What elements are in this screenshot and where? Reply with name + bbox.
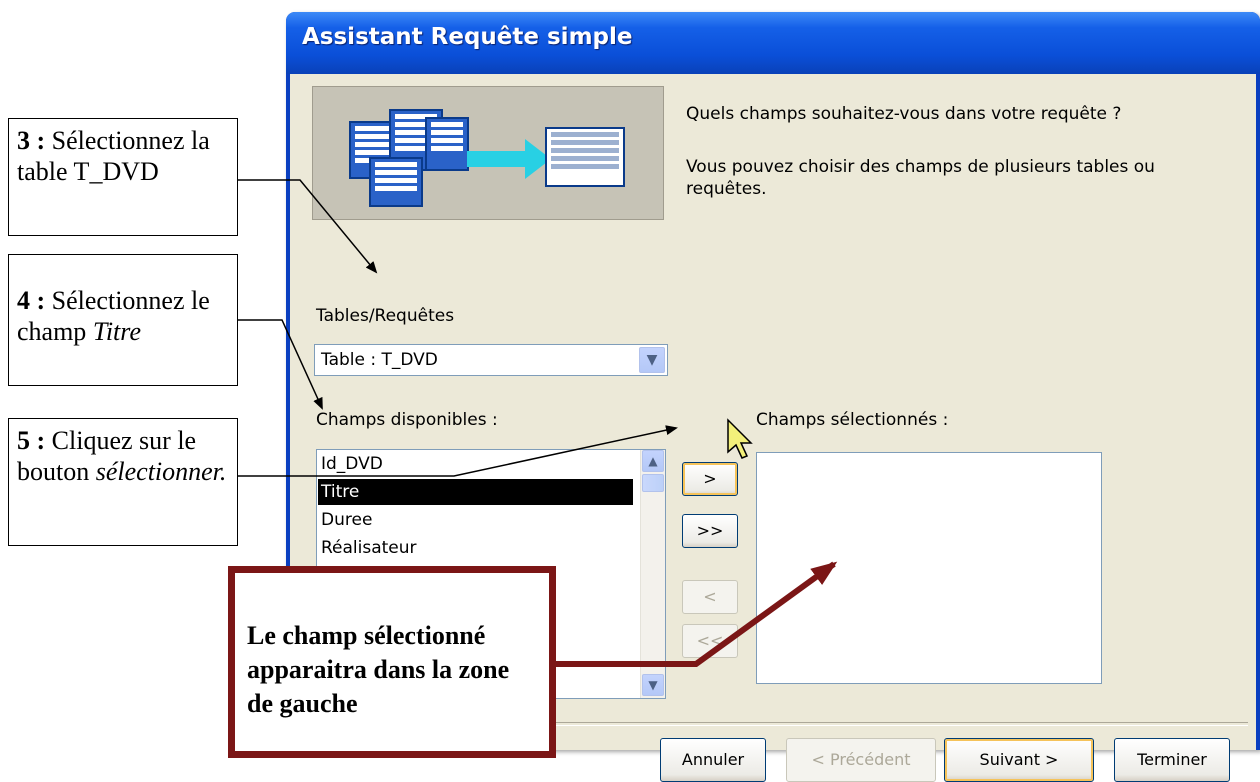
annotation-arrows [238,179,838,667]
